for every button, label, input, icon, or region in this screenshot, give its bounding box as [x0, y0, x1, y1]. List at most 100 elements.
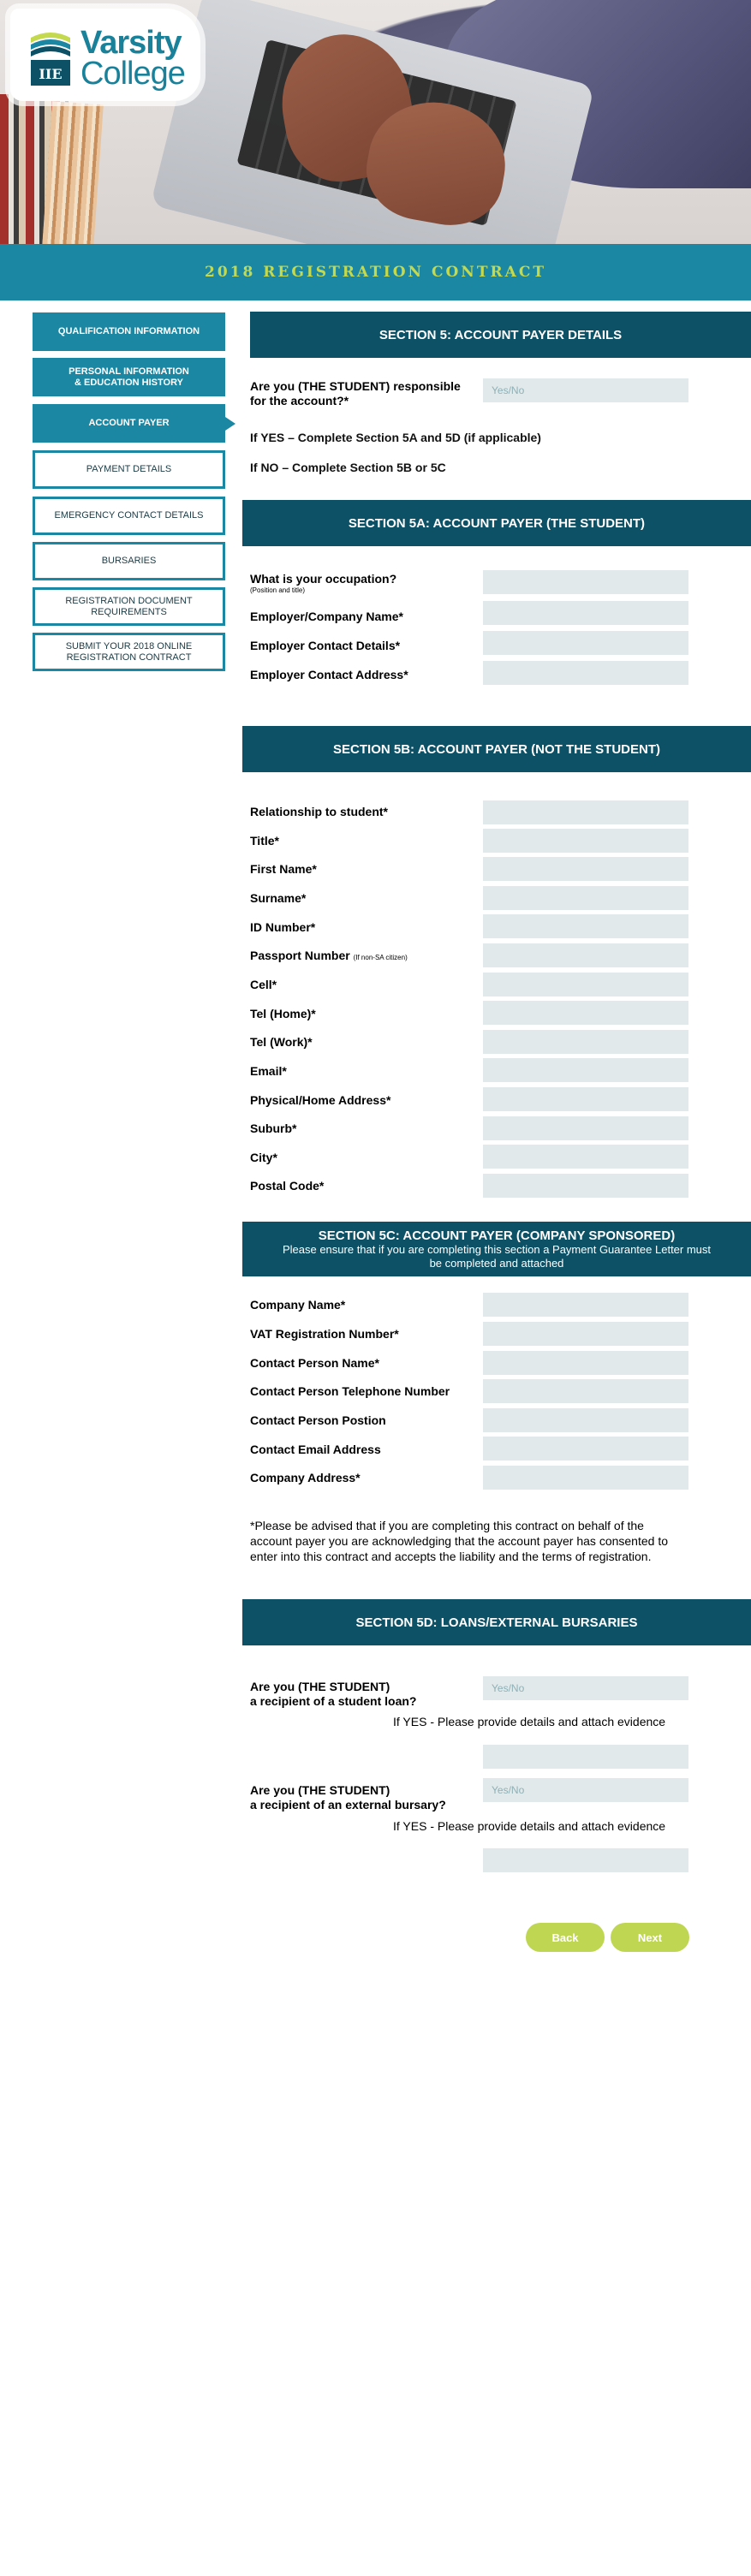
passport-hint: (If non-SA citizen) — [353, 954, 408, 961]
sidebar-item-label: REGISTRATION DOCUMENT REQUIREMENTS — [65, 595, 193, 617]
company-address-input[interactable] — [483, 1466, 688, 1490]
employer-name-input[interactable] — [483, 601, 688, 625]
student-loan-question-line2: a recipient of a student loan? — [250, 1694, 417, 1708]
section5d-header: SECTION 5D: LOANS/EXTERNAL BURSARIES — [242, 1599, 751, 1645]
employer-contact-details-input[interactable] — [483, 631, 688, 655]
relationship-input[interactable] — [483, 800, 688, 824]
suburb-input[interactable] — [483, 1116, 688, 1140]
company-name-label: Company Name* — [250, 1298, 346, 1312]
section-header-title: SECTION 5B: ACCOUNT PAYER (NOT THE STUDE… — [333, 741, 660, 757]
cell-input[interactable] — [483, 973, 688, 996]
employer-contact-details-label: Employer Contact Details* — [250, 639, 401, 652]
if-no-note: If NO – Complete Section 5B or 5C — [250, 461, 446, 474]
sidebar-item-label: EMERGENCY CONTACT DETAILS — [54, 510, 204, 521]
city-label: City* — [250, 1151, 277, 1164]
external-bursary-question: Are you (THE STUDENT) a recipient of an … — [250, 1783, 446, 1812]
occupation-label: What is your occupation? (Position and t… — [250, 572, 396, 594]
sidebar-item-qualification-information[interactable]: QUALIFICATION INFORMATION — [33, 312, 225, 351]
student-loan-input[interactable] — [483, 1676, 688, 1700]
contact-email-label: Contact Email Address — [250, 1443, 381, 1456]
employer-contact-address-input[interactable] — [483, 661, 688, 685]
vat-number-label: VAT Registration Number* — [250, 1327, 399, 1341]
first-name-label: First Name* — [250, 862, 317, 876]
sidebar-item-registration-document-requirements[interactable]: REGISTRATION DOCUMENT REQUIREMENTS — [33, 587, 225, 626]
occupation-label-text: What is your occupation? — [250, 572, 397, 586]
physical-address-input[interactable] — [483, 1087, 688, 1111]
sidebar-item-label: BURSARIES — [101, 556, 157, 566]
external-bursary-input[interactable] — [483, 1778, 688, 1802]
contact-person-name-label: Contact Person Name* — [250, 1356, 379, 1370]
logo-text: Varsity College — [80, 25, 186, 92]
sidebar-item-personal-information[interactable]: PERSONAL INFORMATION & EDUCATION HISTORY — [33, 358, 225, 396]
occupation-hint: (Position and title) — [250, 586, 306, 594]
company-address-label: Company Address* — [250, 1471, 361, 1484]
sidebar-item-bursaries[interactable]: BURSARIES — [33, 542, 225, 580]
postal-code-input[interactable] — [483, 1174, 688, 1198]
passport-label: Passport Number (If non-SA citizen) — [250, 949, 408, 962]
account-responsible-question: Are you (THE STUDENT) responsible for th… — [250, 379, 461, 408]
contact-email-input[interactable] — [483, 1437, 688, 1461]
logo-name-line1: Varsity — [80, 25, 182, 61]
passport-label-text: Passport Number — [250, 949, 350, 962]
next-button-label: Next — [637, 1931, 663, 1944]
company-name-input[interactable] — [483, 1293, 688, 1317]
title-label: Title* — [250, 834, 279, 848]
student-loan-question-line1: Are you (THE STUDENT) — [250, 1680, 390, 1693]
employer-name-label: Employer/Company Name* — [250, 610, 403, 623]
external-bursary-question-line2: a recipient of an external bursary? — [250, 1798, 446, 1812]
student-loan-evidence-note: If YES - Please provide details and atta… — [393, 1715, 666, 1728]
tel-home-label: Tel (Home)* — [250, 1007, 316, 1020]
next-button[interactable]: Next — [611, 1923, 689, 1952]
logo-mark-icon: IIE — [31, 33, 70, 86]
section5-header: SECTION 5: ACCOUNT PAYER DETAILS — [250, 312, 751, 358]
page-title: 2018 REGISTRATION CONTRACT — [205, 264, 546, 281]
sidebar-item-submit-contract[interactable]: SUBMIT YOUR 2018 ONLINE REGISTRATION CON… — [33, 633, 225, 671]
student-loan-details-input[interactable] — [483, 1745, 688, 1769]
tel-work-input[interactable] — [483, 1030, 688, 1054]
section5c-header: SECTION 5C: ACCOUNT PAYER (COMPANY SPONS… — [242, 1222, 751, 1276]
contact-person-position-label: Contact Person Postion — [250, 1413, 386, 1427]
occupation-input[interactable] — [483, 570, 688, 594]
student-loan-question: Are you (THE STUDENT) a recipient of a s… — [250, 1680, 416, 1709]
back-button[interactable]: Back — [526, 1923, 605, 1952]
hero-banner: IIE Varsity College — [0, 0, 751, 244]
logo[interactable]: IIE Varsity College — [10, 9, 200, 101]
contact-person-telephone-input[interactable] — [483, 1379, 688, 1403]
id-number-label: ID Number* — [250, 920, 316, 934]
sidebar-item-label: ACCOUNT PAYER — [88, 418, 170, 428]
sidebar-item-account-payer[interactable]: ACCOUNT PAYER — [33, 404, 235, 443]
section-header-title: SECTION 5: ACCOUNT PAYER DETAILS — [378, 327, 623, 342]
contact-person-name-input[interactable] — [483, 1351, 688, 1375]
sidebar-item-label: PAYMENT DETAILS — [86, 464, 172, 474]
postal-code-label: Postal Code* — [250, 1179, 325, 1193]
logo-mark-text: IIE — [39, 66, 62, 82]
cell-label: Cell* — [250, 978, 277, 991]
hero-photo-pencils — [42, 101, 104, 244]
external-bursary-details-input[interactable] — [483, 1848, 688, 1872]
city-input[interactable] — [483, 1145, 688, 1169]
email-label: Email* — [250, 1064, 287, 1078]
section5a-header: SECTION 5A: ACCOUNT PAYER (THE STUDENT) — [242, 500, 751, 546]
section-header-subtitle: Please ensure that if you are completing… — [282, 1242, 712, 1270]
id-number-input[interactable] — [483, 914, 688, 938]
surname-input[interactable] — [483, 886, 688, 910]
vat-number-input[interactable] — [483, 1322, 688, 1346]
suburb-label: Suburb* — [250, 1121, 297, 1135]
tel-work-label: Tel (Work)* — [250, 1035, 313, 1049]
logo-name-line2: College — [80, 56, 186, 92]
surname-label: Surname* — [250, 891, 307, 905]
section-header-title: SECTION 5A: ACCOUNT PAYER (THE STUDENT) — [348, 515, 646, 531]
account-responsible-input[interactable] — [483, 378, 688, 402]
tel-home-input[interactable] — [483, 1001, 688, 1025]
sidebar-item-payment-details[interactable]: PAYMENT DETAILS — [33, 450, 225, 489]
section-header-title: SECTION 5C: ACCOUNT PAYER (COMPANY SPONS… — [318, 1228, 676, 1243]
if-yes-note: If YES – Complete Section 5A and 5D (if … — [250, 431, 541, 444]
back-button-label: Back — [551, 1931, 579, 1944]
contact-person-position-input[interactable] — [483, 1408, 688, 1432]
external-bursary-question-line1: Are you (THE STUDENT) — [250, 1783, 390, 1797]
title-input[interactable] — [483, 829, 688, 853]
first-name-input[interactable] — [483, 857, 688, 881]
email-input[interactable] — [483, 1058, 688, 1082]
sidebar-item-emergency-contact-details[interactable]: EMERGENCY CONTACT DETAILS — [33, 497, 225, 535]
passport-input[interactable] — [483, 943, 688, 967]
